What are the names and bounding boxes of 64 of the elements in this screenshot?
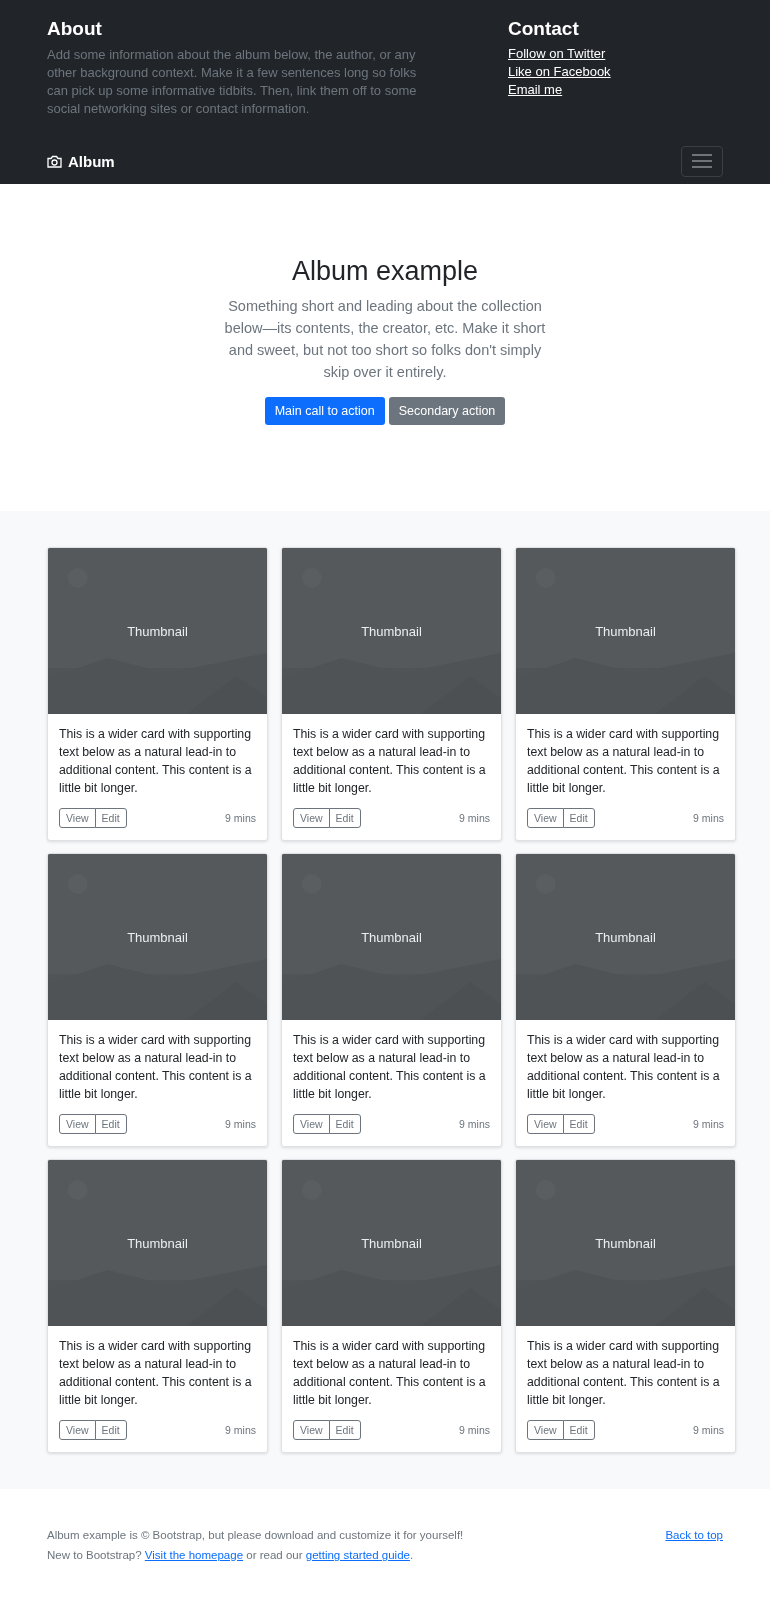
about-text: Add some information about the album below, the author, or any other background context. Make it a few sentences long so folks can pick up some informative tidbits. Then, link them off to some social networking sites or contact information.	[47, 46, 418, 118]
view-button[interactable]: View	[527, 1114, 564, 1134]
primary-button[interactable]: Main call to action	[264, 397, 385, 425]
card-text: This is a wider card with supporting text below as a natural lead-in to additional content. This content is a little bit longer.	[293, 1338, 487, 1409]
duration-text: 9 mins	[459, 1118, 490, 1130]
footer-copyright: Album example is © Bootstrap, but please download and customize it for yourself!	[47, 1529, 464, 1541]
thumbnail-label: Thumbnail	[595, 623, 656, 639]
duration-text: 9 mins	[693, 812, 724, 824]
edit-button[interactable]: Edit	[562, 1114, 595, 1134]
secondary-button[interactable]: Secondary action	[388, 397, 506, 425]
card-text: This is a wider card with supporting text below as a natural lead-in to additional content. This content is a little bit longer.	[527, 726, 721, 797]
edit-button[interactable]: Edit	[94, 1420, 127, 1440]
edit-button[interactable]: Edit	[328, 808, 361, 828]
brand-name[interactable]: Album	[68, 152, 115, 170]
hero-lead: Something short and leading about the collection below—its contents, the creator, etc. Make it short and sweet, but not too short so folks don't simply skip over it entirely.	[223, 297, 547, 382]
camera-icon	[47, 154, 62, 168]
card-text: This is a wider card with supporting text below as a natural lead-in to additional content. This content is a little bit longer.	[527, 1032, 721, 1103]
homepage-link[interactable]: Visit the homepage	[144, 1549, 244, 1561]
view-button[interactable]: View	[59, 1114, 96, 1134]
thumbnail-label: Thumbnail	[127, 623, 188, 639]
duration-text: 9 mins	[459, 812, 490, 824]
edit-button[interactable]: Edit	[562, 808, 595, 828]
card-text: This is a wider card with supporting text below as a natural lead-in to additional content. This content is a little bit longer.	[293, 1032, 487, 1103]
thumbnail-label: Thumbnail	[127, 929, 188, 945]
view-button[interactable]: View	[59, 808, 96, 828]
guide-link[interactable]: getting started guide	[305, 1549, 410, 1561]
hero-title: Album example	[291, 256, 479, 287]
thumbnail-label: Thumbnail	[127, 1235, 188, 1251]
duration-text: 9 mins	[693, 1424, 724, 1436]
duration-text: 9 mins	[225, 1118, 256, 1130]
edit-button[interactable]: Edit	[94, 1114, 127, 1134]
footer-note: New to Bootstrap? Visit the homepage or read our getting started guide.	[47, 1549, 415, 1561]
view-button[interactable]: View	[527, 1420, 564, 1440]
view-button[interactable]: View	[59, 1420, 96, 1440]
edit-button[interactable]: Edit	[562, 1420, 595, 1440]
edit-button[interactable]: Edit	[94, 808, 127, 828]
thumbnail-label: Thumbnail	[361, 623, 422, 639]
thumbnail-label: Thumbnail	[361, 1235, 422, 1251]
thumbnail-label: Thumbnail	[595, 929, 656, 945]
view-button[interactable]: View	[293, 808, 330, 828]
duration-text: 9 mins	[225, 1424, 256, 1436]
menu-icon	[692, 154, 712, 168]
card-text: This is a wider card with supporting text below as a natural lead-in to additional content. This content is a little bit longer.	[59, 1338, 253, 1409]
duration-text: 9 mins	[459, 1424, 490, 1436]
contact-heading: Contact	[508, 18, 580, 40]
view-button[interactable]: View	[293, 1420, 330, 1440]
view-button[interactable]: View	[293, 1114, 330, 1134]
view-button[interactable]: View	[527, 808, 564, 828]
edit-button[interactable]: Edit	[328, 1420, 361, 1440]
card-text: This is a wider card with supporting text below as a natural lead-in to additional content. This content is a little bit longer.	[59, 1032, 253, 1103]
duration-text: 9 mins	[693, 1118, 724, 1130]
about-heading: About	[47, 18, 103, 40]
contact-link[interactable]: Email me	[508, 82, 563, 98]
card-text: This is a wider card with supporting text below as a natural lead-in to additional content. This content is a little bit longer.	[293, 726, 487, 797]
thumbnail-label: Thumbnail	[595, 1235, 656, 1251]
thumbnail-label: Thumbnail	[361, 929, 422, 945]
card-text: This is a wider card with supporting text below as a natural lead-in to additional content. This content is a little bit longer.	[59, 726, 253, 797]
menu-button[interactable]	[681, 145, 723, 177]
card-text: This is a wider card with supporting text below as a natural lead-in to additional content. This content is a little bit longer.	[527, 1338, 721, 1409]
contact-link[interactable]: Follow on Twitter	[508, 46, 606, 62]
duration-text: 9 mins	[225, 812, 256, 824]
edit-button[interactable]: Edit	[328, 1114, 361, 1134]
back-to-top-link[interactable]: Back to top	[665, 1529, 723, 1541]
contact-link[interactable]: Like on Facebook	[508, 64, 611, 80]
